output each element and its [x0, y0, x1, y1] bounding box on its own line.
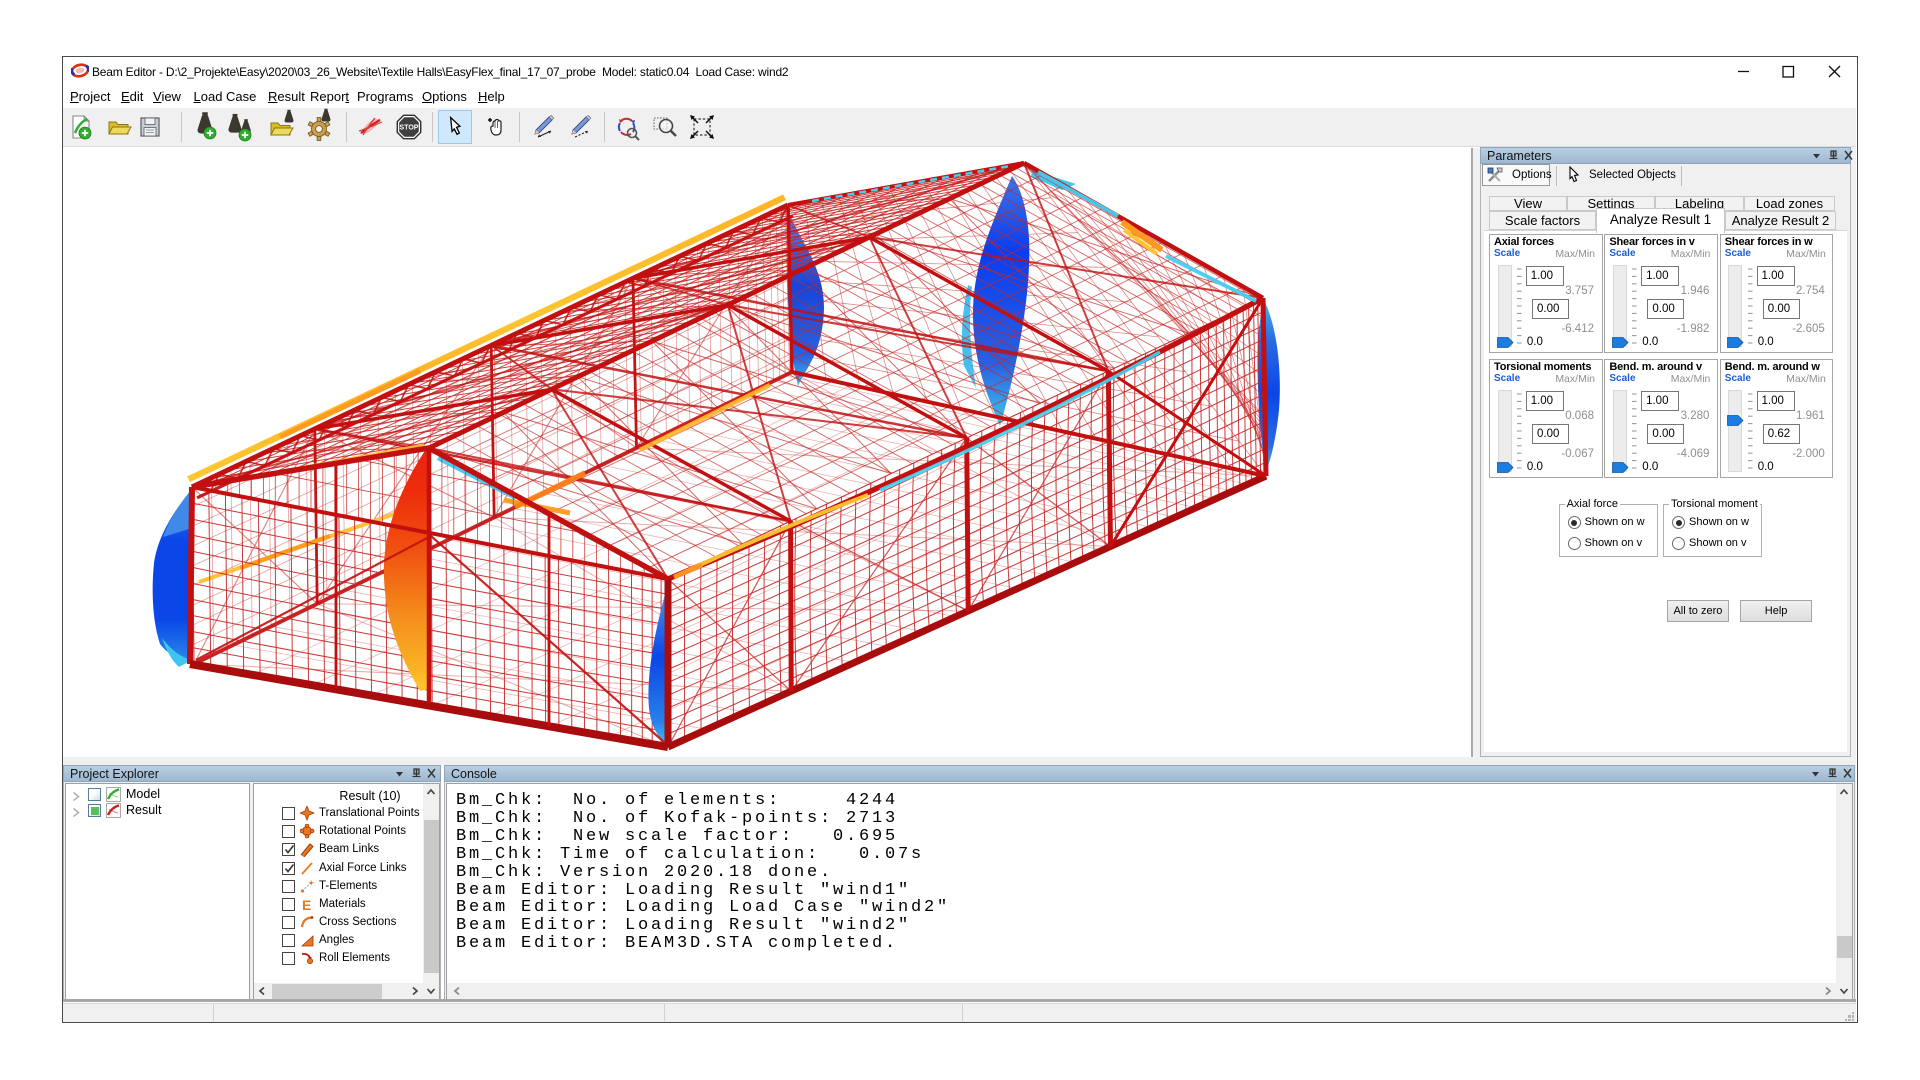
svg-text:STOP: STOP — [400, 125, 419, 132]
svg-text:E: E — [302, 897, 311, 912]
